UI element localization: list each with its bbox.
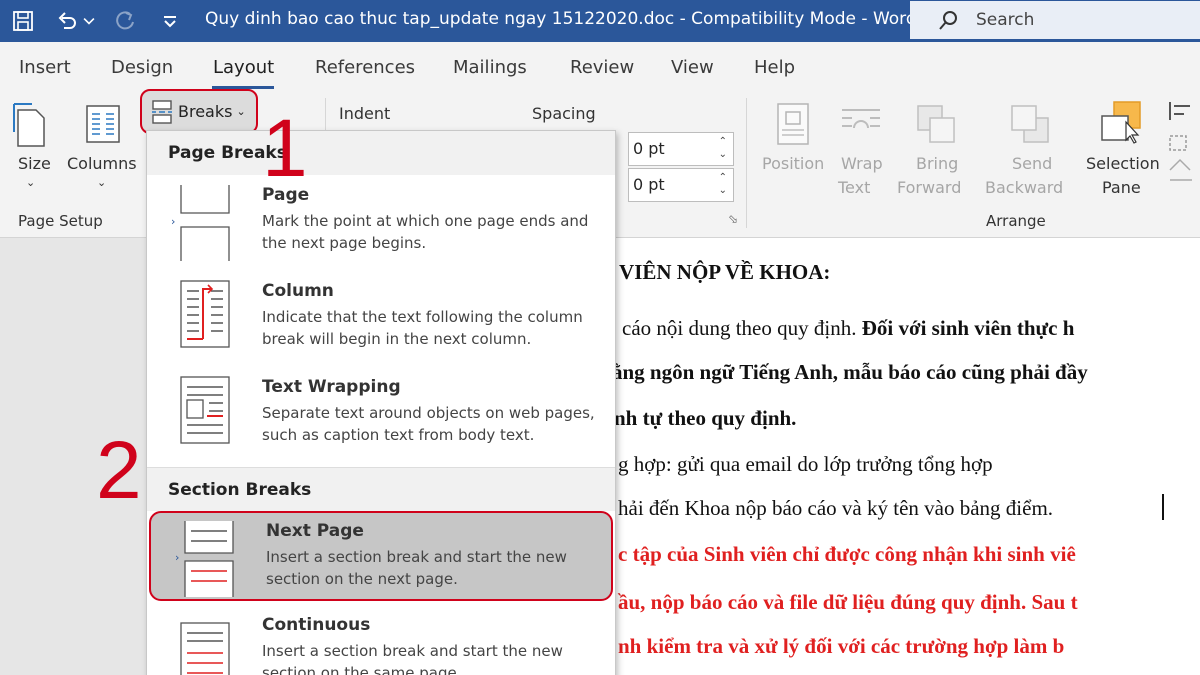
menu-item-next-page[interactable]: › Next Page Insert a section break and s… <box>149 511 613 601</box>
breaks-label: Breaks <box>178 102 233 121</box>
doc-line: ằng ngôn ngữ Tiếng Anh, mẫu báo cáo cũng… <box>612 360 1088 384</box>
page-setup-group-label: Page Setup <box>18 212 103 230</box>
customize-toolbar-icon[interactable] <box>155 6 185 36</box>
text-cursor <box>1162 494 1164 520</box>
send-backward-icon[interactable] <box>1010 104 1050 144</box>
continuous-break-icon <box>180 622 230 675</box>
menu-item-desc: Separate text around objects on web page… <box>262 404 595 444</box>
wrap-text-icon[interactable] <box>840 104 882 144</box>
breaks-dropdown-menu: Page Breaks › Page Mark the point at whi… <box>146 130 616 675</box>
columns-chevron-icon[interactable]: ⌄ <box>97 176 106 189</box>
pointer-arrow-icon: › <box>175 551 180 564</box>
search-box[interactable]: Search <box>910 1 1200 39</box>
menu-item-desc: Indicate that the text following the col… <box>262 308 583 348</box>
menu-item-desc: Insert a section break and start the new… <box>262 642 563 675</box>
breaks-icon <box>152 99 172 124</box>
columns-icon[interactable] <box>85 104 121 144</box>
bring-forward-icon[interactable] <box>916 104 956 144</box>
breaks-chevron-icon: ⌄ <box>236 105 246 118</box>
bring-label-1[interactable]: Bring <box>916 154 958 173</box>
bring-label-2[interactable]: Forward <box>897 178 961 197</box>
save-icon[interactable] <box>8 6 38 36</box>
menu-item-title: Next Page <box>266 521 364 541</box>
pointer-arrow-icon: › <box>171 215 176 228</box>
title-bar: Quy dinh bao cao thuc tap_update ngay 15… <box>0 0 1200 42</box>
spacing-before-value: 0 pt <box>633 139 665 158</box>
search-icon <box>939 11 957 30</box>
column-break-icon <box>180 280 230 348</box>
menu-item-page[interactable]: › Page Mark the point at which one page … <box>147 177 615 269</box>
step-2-annotation: 2 <box>96 425 142 516</box>
spacing-after-field[interactable]: 0 pt ⌃ ⌄ <box>628 168 734 202</box>
selection-pane-icon[interactable] <box>1098 100 1144 144</box>
group-divider <box>746 98 747 228</box>
undo-dropdown-icon[interactable] <box>80 6 98 36</box>
page-break-icon <box>180 185 230 261</box>
columns-button-label[interactable]: Columns <box>67 154 137 173</box>
section-breaks-header: Section Breaks <box>147 467 615 511</box>
menu-item-desc: Mark the point at which one page ends an… <box>262 212 589 252</box>
wrap-text-label-2[interactable]: Text <box>838 178 870 197</box>
tab-view[interactable]: View <box>671 57 714 78</box>
doc-line: nh kiểm tra và xử lý đối với các trường … <box>618 634 1065 658</box>
menu-item-continuous[interactable]: Continuous Insert a section break and st… <box>147 607 615 675</box>
paragraph-dialog-launcher-icon[interactable]: ⬂ <box>728 212 738 226</box>
tab-review[interactable]: Review <box>570 57 634 78</box>
doc-line: I VIÊN NỘP VỀ KHOA: <box>606 260 831 284</box>
doc-line: g hợp: gửi qua email do lớp trưởng tổng … <box>618 452 993 476</box>
spacing-label: Spacing <box>532 104 596 123</box>
redo-icon[interactable] <box>110 6 140 36</box>
send-label-2[interactable]: Backward <box>985 178 1063 197</box>
spin-arrows-icon[interactable]: ⌃ ⌄ <box>719 171 727 197</box>
position-label[interactable]: Position <box>762 154 824 173</box>
tab-insert[interactable]: Insert <box>19 57 71 78</box>
undo-icon[interactable] <box>52 6 82 36</box>
page-breaks-header: Page Breaks <box>147 131 615 175</box>
next-page-break-icon <box>184 521 234 597</box>
text-wrapping-break-icon <box>180 376 230 444</box>
menu-item-desc: Insert a section break and start the new… <box>266 548 567 588</box>
tab-layout[interactable]: Layout <box>213 57 274 78</box>
spin-arrows-icon[interactable]: ⌃ ⌄ <box>719 135 727 161</box>
step-1-annotation: 1 <box>262 103 308 194</box>
doc-line: cáo nội dung theo quy định. Đối với sinh… <box>622 316 1075 340</box>
size-chevron-icon[interactable]: ⌄ <box>26 176 35 189</box>
spacing-before-field[interactable]: 0 pt ⌃ ⌄ <box>628 132 734 166</box>
indent-label: Indent <box>339 104 391 123</box>
tab-references[interactable]: References <box>315 57 415 78</box>
menu-item-title: Column <box>262 281 334 301</box>
doc-line: hải đến Khoa nộp báo cáo và ký tên vào b… <box>618 496 1054 520</box>
doc-line: nh tự theo quy định. <box>614 406 797 430</box>
search-label: Search <box>976 10 1035 30</box>
align-group-icon[interactable] <box>1166 100 1196 190</box>
menu-item-column[interactable]: Column Indicate that the text following … <box>147 273 615 365</box>
doc-line: ầu, nộp báo cáo và file dữ liệu đúng quy… <box>618 590 1078 614</box>
menu-item-text-wrapping[interactable]: Text Wrapping Separate text around objec… <box>147 369 615 461</box>
arrange-group-label: Arrange <box>986 212 1046 230</box>
menu-item-title: Text Wrapping <box>262 377 401 397</box>
selection-label-2[interactable]: Pane <box>1102 178 1141 197</box>
selection-label-1[interactable]: Selection <box>1086 154 1160 173</box>
ribbon-tabs: Insert Design Layout References Mailings… <box>0 42 1200 92</box>
breaks-button[interactable]: Breaks ⌄ <box>140 89 258 134</box>
send-label-1[interactable]: Send <box>1012 154 1052 173</box>
tab-mailings[interactable]: Mailings <box>453 57 527 78</box>
page-size-icon[interactable] <box>12 102 48 148</box>
tab-help[interactable]: Help <box>754 57 795 78</box>
size-button-label[interactable]: Size <box>18 154 51 173</box>
wrap-text-label-1[interactable]: Wrap <box>841 154 883 173</box>
spacing-after-value: 0 pt <box>633 175 665 194</box>
position-icon[interactable] <box>776 102 810 146</box>
menu-item-title: Continuous <box>262 615 371 635</box>
document-title: Quy dinh bao cao thuc tap_update ngay 15… <box>205 9 917 29</box>
tab-design[interactable]: Design <box>111 57 173 78</box>
doc-line: c tập của Sinh viên chỉ được công nhận k… <box>618 542 1076 566</box>
